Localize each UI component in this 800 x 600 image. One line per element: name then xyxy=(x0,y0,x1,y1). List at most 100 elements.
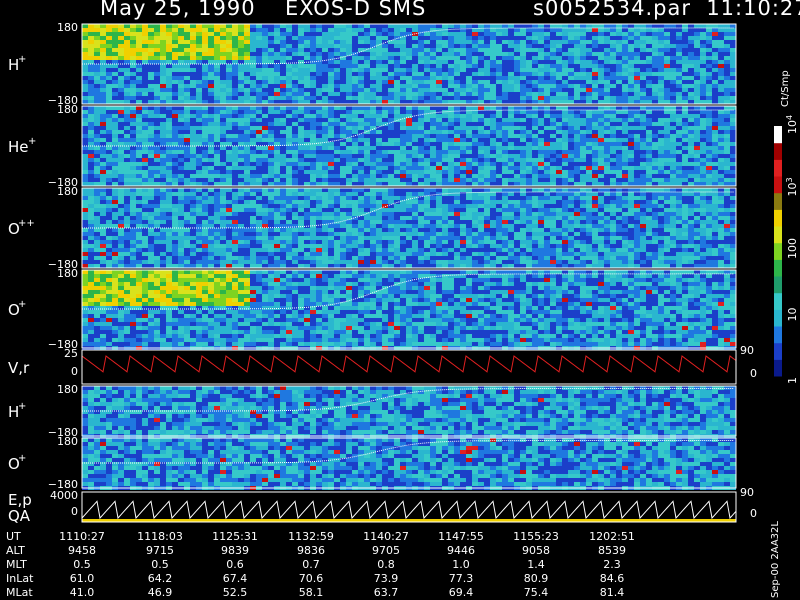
colorbar-label-sup: 4 xyxy=(785,115,794,120)
y-tick-mid: 0 xyxy=(71,505,78,518)
table-cell: 1140:27 xyxy=(363,530,409,543)
colorbar-label: 103 xyxy=(785,177,799,196)
y-tick-top: 180 xyxy=(57,435,78,448)
datestamp: Sep-00 2AA32L xyxy=(770,521,781,598)
colorbar-swatch xyxy=(774,292,782,310)
table-cell: 0.6 xyxy=(226,558,244,571)
panel-label-sup: + xyxy=(28,136,36,147)
y-tick-top: 180 xyxy=(57,267,78,280)
table-cell: 9058 xyxy=(522,544,550,557)
right-tick-mid: 0 xyxy=(750,367,757,380)
table-cell: 1.4 xyxy=(527,558,545,571)
table-cell: 1202:51 xyxy=(589,530,635,543)
table-cell: 52.5 xyxy=(222,586,248,599)
panel-label-sup: + xyxy=(18,453,26,464)
table-cell: 77.3 xyxy=(448,572,474,585)
panel-label-2: QA xyxy=(8,507,31,525)
panel-label-sup: + xyxy=(18,54,26,65)
row-label: MLat xyxy=(6,586,33,599)
panel-2: O++180−180 xyxy=(8,185,737,271)
colorbar-swatch xyxy=(774,226,782,244)
table-cell: 9458 xyxy=(68,544,96,557)
y-tick-top: 180 xyxy=(57,103,78,116)
table-cell: 9715 xyxy=(146,544,174,557)
table-cell: 70.6 xyxy=(298,572,324,585)
colorbar-swatch xyxy=(774,342,782,360)
colorbar-swatch xyxy=(774,176,782,194)
table-cell: 81.4 xyxy=(599,586,625,599)
right-tick-top: 90 xyxy=(740,486,754,499)
table-cell: 1155:23 xyxy=(513,530,559,543)
table-cell: 64.2 xyxy=(147,572,173,585)
table-cell: 0.8 xyxy=(377,558,395,571)
table-cell: 84.6 xyxy=(599,572,625,585)
table-cell: 73.9 xyxy=(373,572,399,585)
y-tick-top: 4000 xyxy=(50,489,78,502)
right-tick-top: 90 xyxy=(740,344,754,357)
table-cell: 1132:59 xyxy=(288,530,334,543)
colorbar-swatch xyxy=(774,242,782,260)
colorbar-swatch xyxy=(774,326,782,344)
panel-1: He +180−180 xyxy=(8,103,737,189)
table-cell: 61.0 xyxy=(69,572,95,585)
colorbar-label: 100 xyxy=(786,238,799,259)
table-cell: 41.0 xyxy=(69,586,95,599)
table-cell: 67.4 xyxy=(222,572,248,585)
y-tick-top: 180 xyxy=(57,383,78,396)
panel-6: O+180−180 xyxy=(8,435,737,491)
panel-7: E,pQA40000900 xyxy=(8,486,757,525)
colorbar-swatch xyxy=(774,142,782,160)
panel-label: He xyxy=(8,138,29,156)
table-cell: 69.4 xyxy=(448,586,474,599)
row-label: ALT xyxy=(6,544,25,557)
table-cell: 8539 xyxy=(598,544,626,557)
y-tick-top: 180 xyxy=(57,21,78,34)
table-cell: 1110:27 xyxy=(59,530,105,543)
colorbar-swatch xyxy=(774,309,782,327)
colorbar-swatch xyxy=(774,209,782,227)
colorbar-label-sup: 3 xyxy=(785,177,794,182)
table-cell: 46.9 xyxy=(147,586,173,599)
table-cell: 58.1 xyxy=(298,586,324,599)
table-cell: 9839 xyxy=(221,544,249,557)
colorbar-swatch xyxy=(774,159,782,177)
panel-label-sup: + xyxy=(18,299,26,310)
panel-label: V,r xyxy=(8,359,30,377)
table-cell: 80.9 xyxy=(523,572,549,585)
panel-4: V,r 25 0 90 0 xyxy=(8,344,757,385)
table-cell: 63.7 xyxy=(373,586,399,599)
table-cell: 2.3 xyxy=(603,558,621,571)
colorbar-swatch xyxy=(774,192,782,210)
table-cell: 1125:31 xyxy=(212,530,258,543)
table-cell: 1147:55 xyxy=(438,530,484,543)
colorbar-swatch xyxy=(774,126,782,144)
table-cell: 75.4 xyxy=(523,586,549,599)
colorbar-label: 10 xyxy=(786,308,799,322)
spectrogram-plot: H+180−180He +180−180O++180−180O+180−180V,… xyxy=(8,21,799,525)
colorbar-unit: Ct/Smp xyxy=(780,70,791,107)
table-cell: 1.0 xyxy=(452,558,470,571)
table-cell: 9836 xyxy=(297,544,325,557)
y-tick-top: 180 xyxy=(57,185,78,198)
panel-label-sup: ++ xyxy=(18,218,35,229)
y-tick-top: 25 xyxy=(64,347,78,360)
table-cell: 9705 xyxy=(372,544,400,557)
table-cell: 9446 xyxy=(447,544,475,557)
panel-3: O+180−180 xyxy=(8,267,737,351)
y-tick-mid: 0 xyxy=(71,365,78,378)
colorbar: 104 103 100 10 1 xyxy=(774,115,799,384)
colorbar-label: 1 xyxy=(786,377,799,384)
table-cell: 1118:03 xyxy=(137,530,183,543)
row-label: UT xyxy=(6,530,21,543)
panel-label-sup: + xyxy=(18,401,26,412)
colorbar-label: 104 xyxy=(785,115,799,134)
row-label: InLat xyxy=(6,572,34,585)
row-label: MLT xyxy=(6,558,27,571)
colorbar-swatch xyxy=(774,276,782,294)
table-cell: 0.7 xyxy=(302,558,320,571)
right-tick-mid: 0 xyxy=(750,507,757,520)
panel-0: H+180−180 xyxy=(8,21,737,107)
colorbar-swatch xyxy=(774,359,782,377)
panel-5: H+180−180 xyxy=(8,383,737,439)
table-cell: 0.5 xyxy=(151,558,169,571)
